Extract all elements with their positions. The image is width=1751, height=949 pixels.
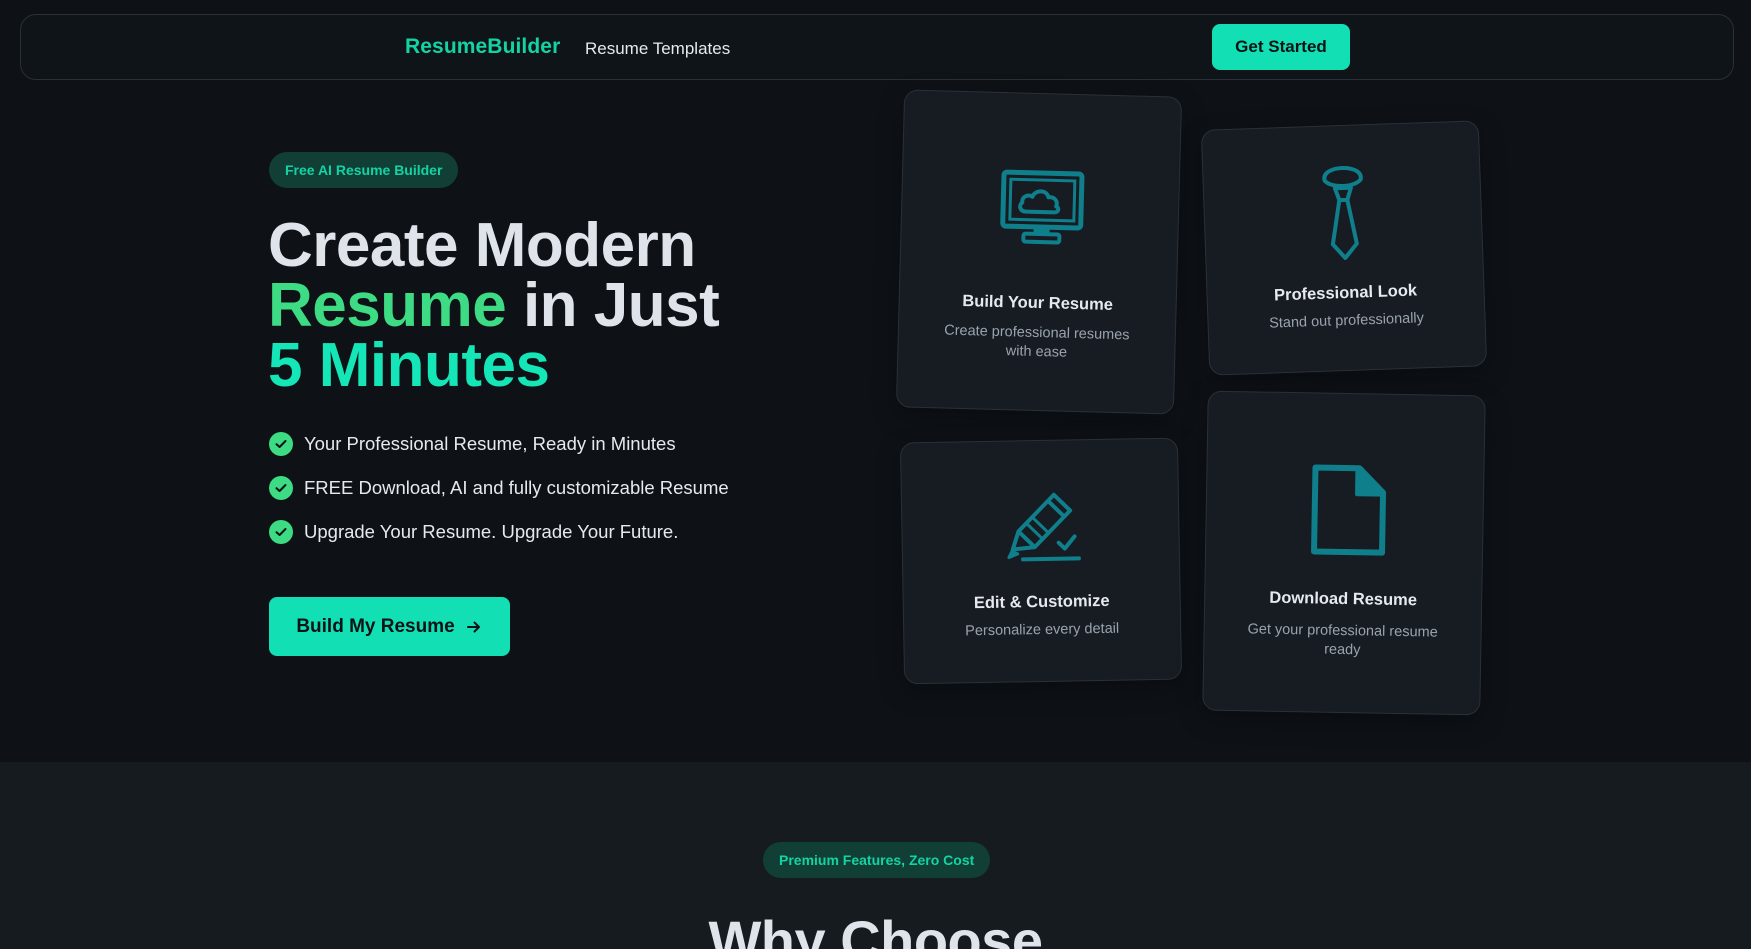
check-circle-icon [269, 520, 293, 544]
why-choose-section: Premium Features, Zero Cost Why Choose [0, 762, 1751, 949]
arrow-right-icon [466, 621, 480, 632]
card-title: Professional Look [1273, 281, 1418, 305]
card-description: Stand out professionally [1268, 310, 1425, 332]
section-title: Why Choose [708, 909, 1043, 949]
build-my-resume-label: Build My Resume [296, 615, 455, 637]
check-circle-icon [269, 432, 293, 456]
feature-text: Your Professional Resume, Ready in Minut… [304, 433, 676, 454]
brand-logo[interactable]: ResumeBuilder [405, 35, 560, 59]
feature-card-build[interactable]: Build Your Resume Create professional re… [895, 89, 1183, 415]
headline-highlight: Resume [268, 271, 507, 340]
feature-text: FREE Download, AI and fully customizable… [304, 477, 729, 498]
feature-item: Your Professional Resume, Ready in Minut… [269, 432, 729, 456]
card-title: Build Your Resume [962, 292, 1114, 314]
headline-line-3: 5 Minutes [268, 331, 550, 400]
get-started-button[interactable]: Get Started [1212, 24, 1350, 70]
page: ResumeBuilder Resume Templates Get Start… [0, 0, 1751, 949]
section-badge: Premium Features, Zero Cost [763, 842, 991, 878]
card-description: Create professional resumes with ease [944, 322, 1130, 361]
build-my-resume-button[interactable]: Build My Resume [269, 597, 510, 656]
card-title: Download Resume [1269, 588, 1418, 610]
tie-icon [1322, 166, 1363, 260]
card-description: Get your professional resume ready [1247, 621, 1438, 659]
hero-headline: Create Modern Resume in Just 5 Minutes [268, 215, 720, 397]
check-circle-icon [269, 476, 293, 500]
feature-text: Upgrade Your Resume. Upgrade Your Future… [304, 521, 679, 542]
feature-list: Your Professional Resume, Ready in Minut… [269, 432, 729, 564]
feature-item: FREE Download, AI and fully customizable… [269, 476, 729, 500]
card-title: Edit & Customize [973, 591, 1110, 613]
hero-badge: Free AI Resume Builder [269, 152, 459, 188]
headline-line-1: Create Modern [268, 211, 696, 280]
document-icon [1311, 464, 1387, 556]
nav-link-resume-templates[interactable]: Resume Templates [585, 39, 730, 59]
headline-line-2-rest: in Just [506, 271, 720, 340]
pencil-edit-icon [1007, 492, 1081, 562]
feature-card-edit[interactable]: Edit & Customize Personalize every detai… [899, 437, 1183, 685]
feature-item: Upgrade Your Resume. Upgrade Your Future… [269, 520, 729, 544]
navbar: ResumeBuilder Resume Templates Get Start… [20, 14, 1734, 80]
monitor-cloud-icon [1000, 169, 1085, 245]
feature-card-download[interactable]: Download Resume Get your professional re… [1202, 390, 1486, 716]
feature-card-professional[interactable]: Professional Look Stand out professional… [1200, 120, 1488, 376]
card-description: Personalize every detail [965, 620, 1120, 640]
